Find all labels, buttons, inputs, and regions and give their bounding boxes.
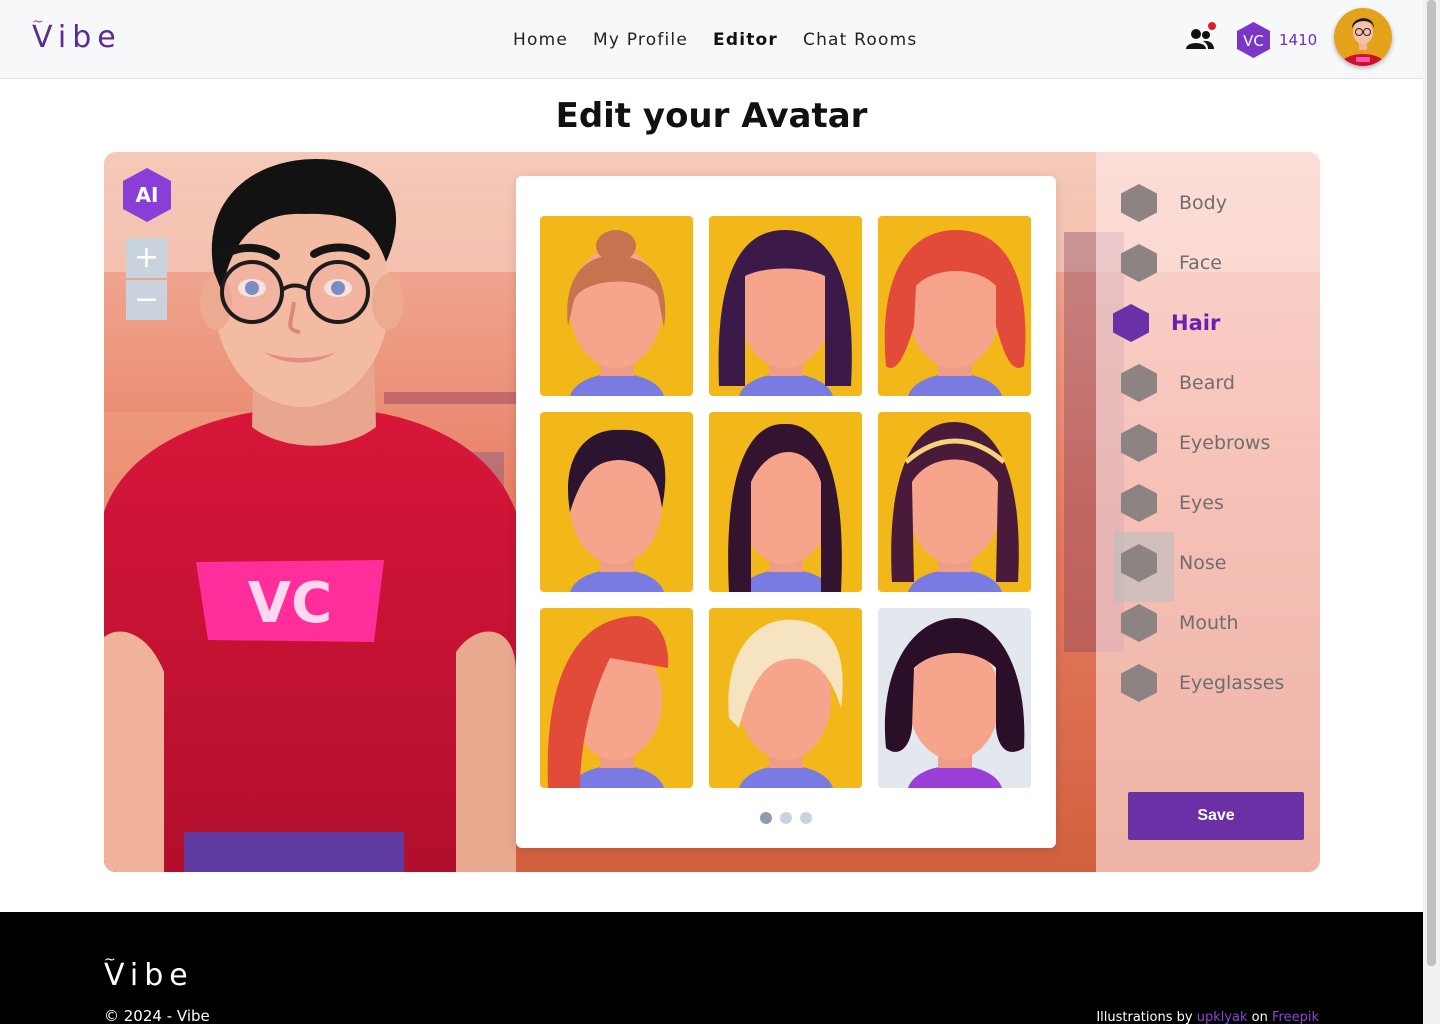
scrollbar-thumb[interactable] <box>1427 0 1436 966</box>
hexagon-icon <box>1121 244 1157 282</box>
save-button[interactable]: Save <box>1128 792 1304 840</box>
category-panel: Body Face Hair Beard Eyebrows Eyes Nose Mouth Ey… <box>1096 152 1320 872</box>
category-hair[interactable]: Hair <box>1112 303 1220 343</box>
hair-option-pixie[interactable] <box>709 608 862 788</box>
hexagon-icon <box>1113 304 1149 342</box>
category-label: Eyes <box>1179 492 1224 514</box>
category-beard[interactable]: Beard <box>1120 363 1235 403</box>
pagination-dot-3[interactable] <box>800 812 812 824</box>
page-title: Edit your Avatar <box>555 96 868 136</box>
category-label: Mouth <box>1179 612 1239 634</box>
hair-option-short-messy[interactable] <box>540 412 693 592</box>
page: ~ Vibe Home My Profile Editor Chat Rooms… <box>0 0 1440 1024</box>
hair-option-straight-bangs[interactable] <box>709 216 862 396</box>
zoom-in-button[interactable]: + <box>126 238 167 278</box>
hair-options-grid <box>540 216 1031 788</box>
pagination-dots <box>760 812 812 824</box>
credits-author-link[interactable]: upklyak <box>1197 1010 1248 1024</box>
hair-options-panel <box>516 176 1056 848</box>
hexagon-icon <box>1121 664 1157 702</box>
hair-option-headband-long[interactable] <box>878 412 1031 592</box>
top-header: ~ Vibe Home My Profile Editor Chat Rooms… <box>0 0 1423 79</box>
credits-on: on <box>1251 1010 1268 1024</box>
shirt-logo-text: VC <box>248 571 332 636</box>
ai-assistant-button[interactable]: AI <box>122 167 172 223</box>
hexagon-icon <box>1121 364 1157 402</box>
hexagon-icon <box>1121 604 1157 642</box>
hair-option-bob-selected[interactable] <box>878 608 1031 788</box>
copyright-text: © 2024 - Vibe <box>104 1007 210 1024</box>
nav-chat-rooms[interactable]: Chat Rooms <box>803 30 917 50</box>
credits-site-link[interactable]: Freepik <box>1272 1010 1319 1024</box>
pagination-dot-1[interactable] <box>760 812 772 824</box>
category-eyebrows[interactable]: Eyebrows <box>1120 423 1270 463</box>
logo-swirl-icon: ~ <box>32 14 44 30</box>
currency-badge-text: VC <box>1243 32 1264 50</box>
category-mouth[interactable]: Mouth <box>1120 603 1239 643</box>
category-label: Face <box>1179 252 1222 274</box>
category-body[interactable]: Body <box>1120 183 1227 223</box>
footer: ~ Vibe © 2024 - Vibe Illustrations by up… <box>0 912 1423 1024</box>
user-avatar[interactable] <box>1334 8 1392 66</box>
footer-logo[interactable]: ~ Vibe <box>104 952 194 993</box>
category-label: Eyebrows <box>1179 432 1271 454</box>
currency-amount: 1410 <box>1279 31 1318 49</box>
category-eyes[interactable]: Eyes <box>1120 483 1224 523</box>
friends-icon[interactable] <box>1186 27 1214 51</box>
nav-home[interactable]: Home <box>513 30 568 50</box>
category-label: Body <box>1179 192 1227 214</box>
header-logo[interactable]: ~ Vibe <box>32 14 122 55</box>
category-label: Beard <box>1179 372 1235 394</box>
hair-option-long-straight[interactable] <box>709 412 862 592</box>
ai-badge-text: AI <box>136 183 159 207</box>
notification-dot <box>1208 22 1216 30</box>
category-eyeglasses[interactable]: Eyeglasses <box>1120 663 1284 703</box>
category-face[interactable]: Face <box>1120 243 1222 283</box>
footer-logo-text: Vibe <box>104 958 194 993</box>
hair-option-top-bun[interactable] <box>540 216 693 396</box>
category-label: Eyeglasses <box>1179 672 1285 694</box>
zoom-controls: + − <box>126 238 167 320</box>
hair-option-side-long[interactable] <box>540 608 693 788</box>
currency-badge-icon: VC <box>1237 22 1270 58</box>
category-label: Hair <box>1171 311 1221 335</box>
zoom-out-button[interactable]: − <box>126 280 167 320</box>
nav-editor[interactable]: Editor <box>713 30 778 50</box>
hexagon-icon <box>1121 424 1157 462</box>
credits-prefix: Illustrations by <box>1096 1010 1193 1024</box>
hexagon-icon <box>1121 544 1157 582</box>
hair-option-wavy[interactable] <box>878 216 1031 396</box>
illustration-credits: Illustrations by upklyak on Freepik <box>1096 1010 1319 1024</box>
hexagon-icon <box>1121 184 1157 222</box>
main-nav: Home My Profile Editor Chat Rooms <box>513 30 917 50</box>
pagination-dot-2[interactable] <box>780 812 792 824</box>
hexagon-icon <box>1121 484 1157 522</box>
avatar-editor: VC AI + − Body Face Hair Beard Eyebrows … <box>104 152 1320 872</box>
logo-text: Vibe <box>32 20 122 55</box>
footer-logo-swirl-icon: ~ <box>104 952 116 968</box>
nav-my-profile[interactable]: My Profile <box>593 30 688 50</box>
category-nose[interactable]: Nose <box>1120 543 1226 583</box>
category-label: Nose <box>1179 552 1227 574</box>
